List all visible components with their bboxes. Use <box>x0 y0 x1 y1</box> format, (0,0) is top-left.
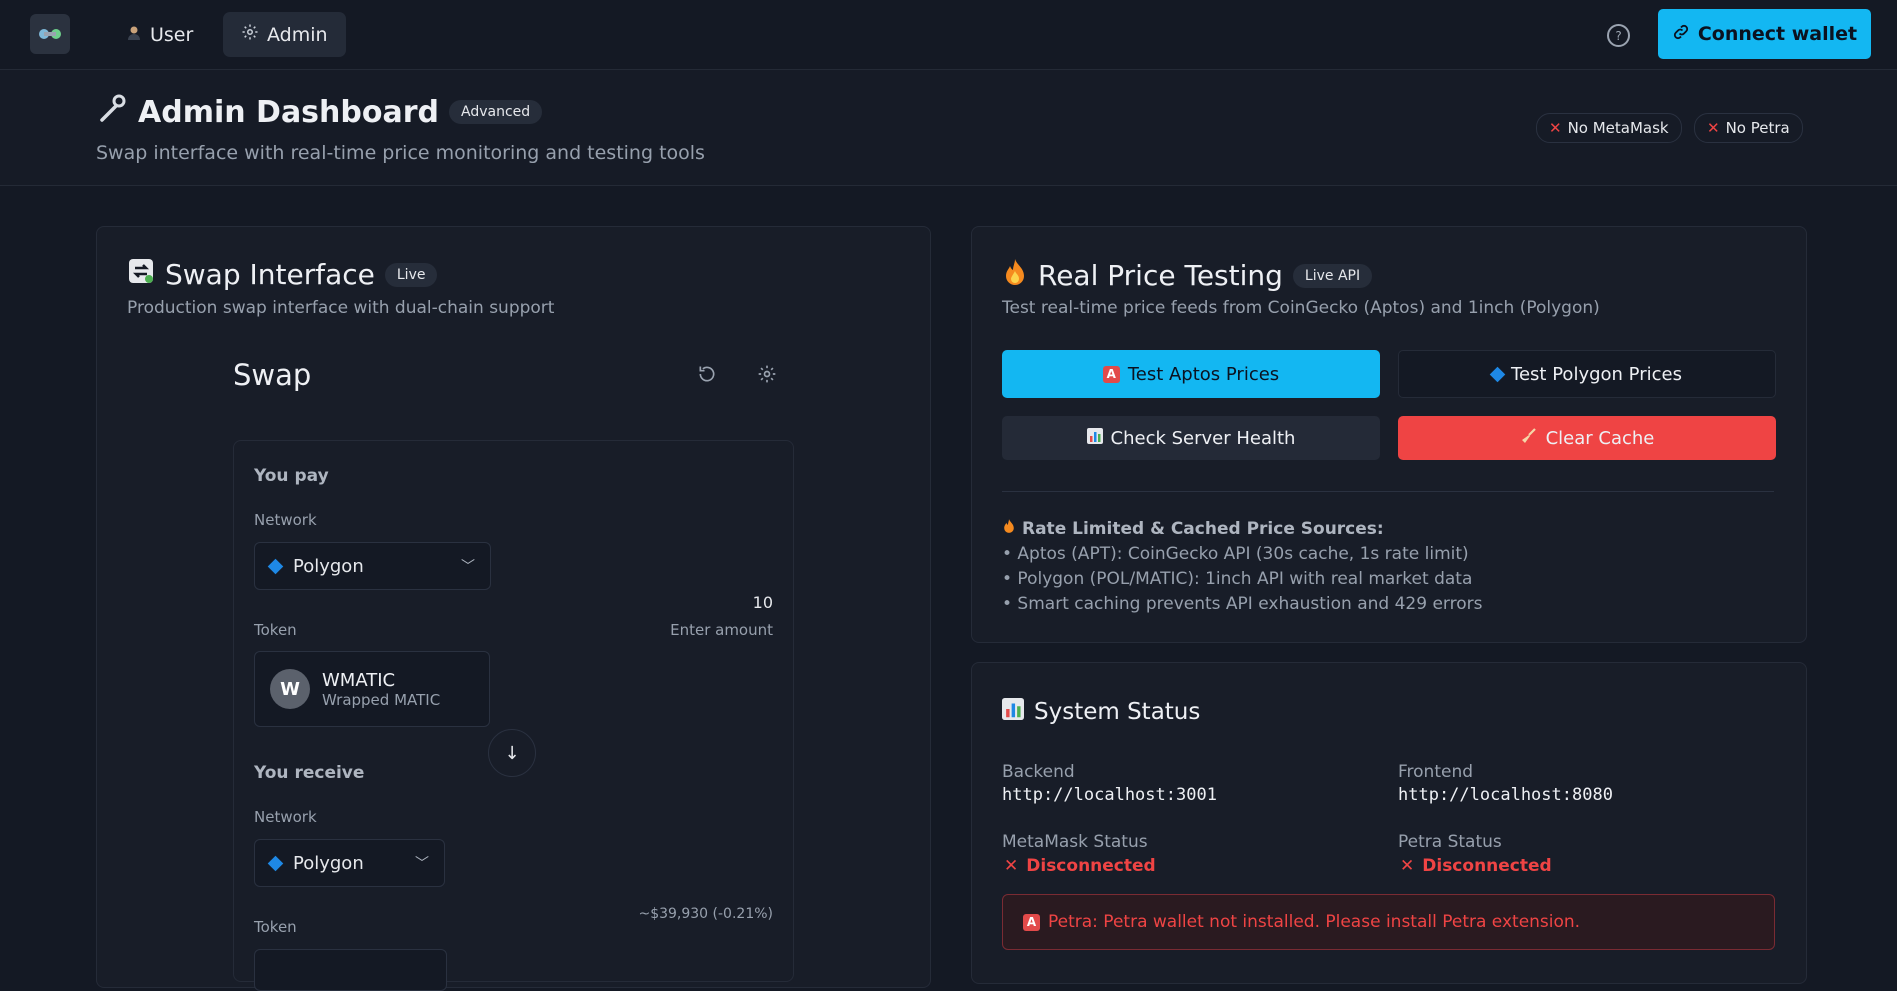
token-full-name: Wrapped MATIC <box>322 690 441 709</box>
clear-cache-button[interactable]: Clear Cache <box>1398 416 1776 460</box>
close-icon: ✕ <box>1707 119 1720 137</box>
pay-token-label: Token <box>254 621 297 639</box>
swap-form: You pay Network Polygon ﹀ 10 Enter amoun… <box>233 440 794 991</box>
receive-network-label: Network <box>254 808 317 826</box>
settings-gear-icon[interactable] <box>757 364 777 389</box>
check-server-health-label: Check Server Health <box>1110 427 1296 449</box>
price-card-subtitle: Test real-time price feeds from CoinGeck… <box>1002 298 1600 318</box>
polygon-diamond-icon <box>267 558 284 574</box>
you-pay-label: You pay <box>254 466 329 486</box>
token-symbol: WMATIC <box>322 669 396 691</box>
receive-price-note: ~$39,930 (-0.21%) <box>638 906 773 922</box>
refresh-icon[interactable] <box>697 364 717 389</box>
you-receive-label: You receive <box>254 763 365 783</box>
petra-status-text: Disconnected <box>1422 856 1552 876</box>
user-icon <box>126 24 142 46</box>
swap-card-title-row: Swap Interface Live <box>127 257 438 292</box>
price-source-line: • Smart caching prevents API exhaustion … <box>1002 594 1483 614</box>
petra-error-alert: A Petra: Petra wallet not installed. Ple… <box>1002 894 1775 950</box>
check-server-health-button[interactable]: Check Server Health <box>1002 416 1380 460</box>
petra-status-badge: ✕ No Petra <box>1694 113 1803 143</box>
link-icon <box>1672 23 1690 46</box>
price-sources-title: Rate Limited & Cached Price Sources: <box>1022 519 1384 539</box>
frontend-label: Frontend <box>1398 762 1474 782</box>
connect-wallet-button[interactable]: Connect wallet <box>1658 9 1871 59</box>
pay-token-select[interactable]: W WMATIC Wrapped MATIC <box>254 651 490 727</box>
gear-icon <box>241 23 259 46</box>
top-navigation-bar: User Admin ? Connect wallet <box>0 0 1897 70</box>
receive-network-value: Polygon <box>293 852 364 874</box>
pay-network-select[interactable]: Polygon ﹀ <box>254 542 491 590</box>
test-aptos-prices-button[interactable]: A Test Aptos Prices <box>1002 350 1380 398</box>
swap-card-title: Swap Interface <box>165 258 375 291</box>
price-sources-info: Rate Limited & Cached Price Sources: • A… <box>1002 517 1482 617</box>
petra-alert-text: Petra: Petra wallet not installed. Pleas… <box>1048 912 1581 932</box>
nav-user-label: User <box>150 23 194 46</box>
polygon-diamond-icon <box>267 855 284 871</box>
token-avatar: W <box>270 669 310 709</box>
close-icon: ✕ <box>1004 856 1019 876</box>
clear-cache-label: Clear Cache <box>1545 427 1655 449</box>
metamask-status-value: ✕ Disconnected <box>1004 856 1156 876</box>
receive-token-select[interactable] <box>254 949 447 991</box>
close-icon: ✕ <box>1549 119 1562 137</box>
price-card-title-row: Real Price Testing Live API <box>1002 257 1373 294</box>
section-divider <box>1002 491 1774 492</box>
metamask-badge-label: No MetaMask <box>1567 119 1669 137</box>
receive-network-select[interactable]: Polygon ﹀ <box>254 839 445 887</box>
swap-cycle-icon <box>127 257 155 292</box>
receive-token-label: Token <box>254 918 297 936</box>
swap-direction-arrow-icon[interactable]: ↓ <box>488 729 536 777</box>
status-card-title: System Status <box>1034 699 1201 725</box>
test-aptos-label: Test Aptos Prices <box>1127 363 1280 385</box>
page-title-row: Admin Dashboard Advanced <box>96 92 543 132</box>
fire-icon <box>1002 517 1016 542</box>
status-card-title-row: System Status <box>1002 698 1200 726</box>
test-polygon-label: Test Polygon Prices <box>1511 363 1682 385</box>
chevron-down-icon: ﹀ <box>415 856 429 872</box>
connect-wallet-label: Connect wallet <box>1697 23 1858 45</box>
a-letter-icon: A <box>1023 913 1040 931</box>
app-logo[interactable] <box>30 14 70 54</box>
price-source-line: • Polygon (POL/MATIC): 1inch API with re… <box>1002 569 1473 589</box>
price-testing-card: Real Price Testing Live API Test real-ti… <box>971 226 1807 643</box>
petra-status-label: Petra Status <box>1398 832 1502 852</box>
price-source-line: • Aptos (APT): CoinGecko API (30s cache,… <box>1002 544 1469 564</box>
test-polygon-prices-button[interactable]: Test Polygon Prices <box>1398 350 1776 398</box>
pay-amount-input[interactable]: 10 <box>753 593 773 612</box>
wrench-icon <box>96 92 128 132</box>
polygon-diamond-icon <box>1489 366 1506 382</box>
petra-status-value: ✕ Disconnected <box>1400 856 1552 876</box>
chevron-down-icon: ﹀ <box>461 559 475 575</box>
amount-placeholder: Enter amount <box>670 621 773 639</box>
price-card-title: Real Price Testing <box>1038 259 1283 292</box>
live-api-badge: Live API <box>1292 263 1373 288</box>
bar-chart-icon <box>1002 698 1024 726</box>
fire-icon <box>1002 257 1028 294</box>
close-icon: ✕ <box>1400 856 1415 876</box>
petra-badge-label: No Petra <box>1725 119 1790 137</box>
swap-heading: Swap <box>233 358 312 392</box>
metamask-status-text: Disconnected <box>1026 856 1156 876</box>
backend-label: Backend <box>1002 762 1075 782</box>
frontend-value: http://localhost:8080 <box>1398 785 1613 805</box>
nav-admin-button[interactable]: Admin <box>223 12 346 57</box>
metamask-status-label: MetaMask Status <box>1002 832 1148 852</box>
advanced-badge: Advanced <box>449 100 543 124</box>
swap-card-subtitle: Production swap interface with dual-chai… <box>127 298 555 318</box>
live-badge: Live <box>384 262 438 287</box>
a-letter-icon: A <box>1102 365 1120 383</box>
broom-icon <box>1520 427 1538 450</box>
bar-chart-icon <box>1086 427 1103 449</box>
backend-value: http://localhost:3001 <box>1002 785 1217 805</box>
help-icon[interactable]: ? <box>1607 24 1630 47</box>
metamask-status-badge: ✕ No MetaMask <box>1536 113 1682 143</box>
nav-user-button[interactable]: User <box>108 12 211 57</box>
pay-network-label: Network <box>254 511 317 529</box>
page-title: Admin Dashboard <box>138 94 439 130</box>
nav-admin-label: Admin <box>267 23 328 46</box>
page-subtitle: Swap interface with real-time price moni… <box>96 142 705 164</box>
pay-network-value: Polygon <box>293 555 364 577</box>
